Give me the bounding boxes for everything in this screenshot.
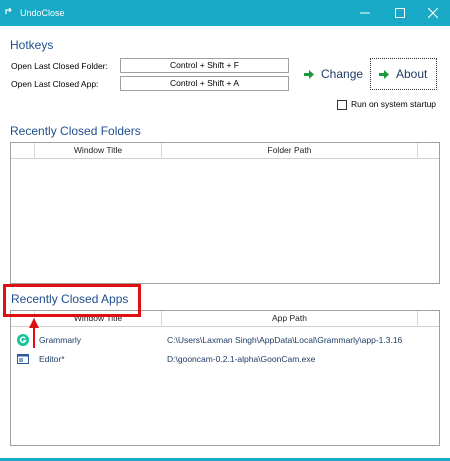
highlight-box [3, 284, 141, 317]
table-row[interactable]: Grammarly C:\Users\Laxman Singh\AppData\… [11, 331, 439, 349]
row-app-path: C:\Users\Laxman Singh\AppData\Local\Gram… [167, 335, 403, 345]
app-hotkey-field[interactable]: Control + Shift + A [120, 76, 289, 91]
column-header-app-path[interactable]: App Path [162, 311, 418, 327]
title-bar: UndoClose [0, 0, 450, 26]
maximize-button[interactable] [383, 0, 417, 26]
app-icon [5, 7, 14, 16]
startup-checkbox[interactable] [337, 100, 347, 110]
folder-hotkey-label: Open Last Closed Folder: [11, 61, 108, 71]
row-app-path: D:\gooncam-0.2.1-alpha\GoonCam.exe [167, 354, 316, 364]
minimize-button[interactable] [348, 0, 382, 26]
about-button-label: About [396, 67, 428, 81]
about-button[interactable]: About [370, 58, 437, 90]
row-window-title: Grammarly [39, 335, 82, 345]
red-arrow-annotation [29, 318, 39, 350]
grammarly-icon [17, 334, 29, 346]
arrow-right-icon [302, 68, 315, 81]
folders-grid-header: Window Title Folder Path [11, 143, 439, 159]
row-window-title: Editor* [39, 354, 65, 364]
column-header[interactable] [11, 143, 35, 159]
window-title: UndoClose [20, 8, 65, 18]
window-app-icon [17, 353, 29, 365]
close-button[interactable] [416, 0, 450, 26]
hotkeys-heading: Hotkeys [10, 38, 54, 52]
folder-hotkey-field[interactable]: Control + Shift + F [120, 58, 289, 73]
column-header-window-title[interactable]: Window Title [35, 143, 162, 159]
app-hotkey-label: Open Last Closed App: [11, 79, 99, 89]
folders-heading: Recently Closed Folders [10, 124, 141, 138]
change-button[interactable]: Change [297, 58, 363, 90]
startup-checkbox-label[interactable]: Run on system startup [351, 99, 436, 109]
apps-grid[interactable]: Window Title App Path Grammarly C:\Users… [10, 310, 440, 446]
table-row[interactable]: Editor* D:\gooncam-0.2.1-alpha\GoonCam.e… [11, 350, 439, 368]
folders-grid[interactable]: Window Title Folder Path [10, 142, 440, 284]
arrow-right-icon [377, 68, 390, 81]
change-button-label: Change [321, 67, 364, 81]
column-header-folder-path[interactable]: Folder Path [162, 143, 418, 159]
